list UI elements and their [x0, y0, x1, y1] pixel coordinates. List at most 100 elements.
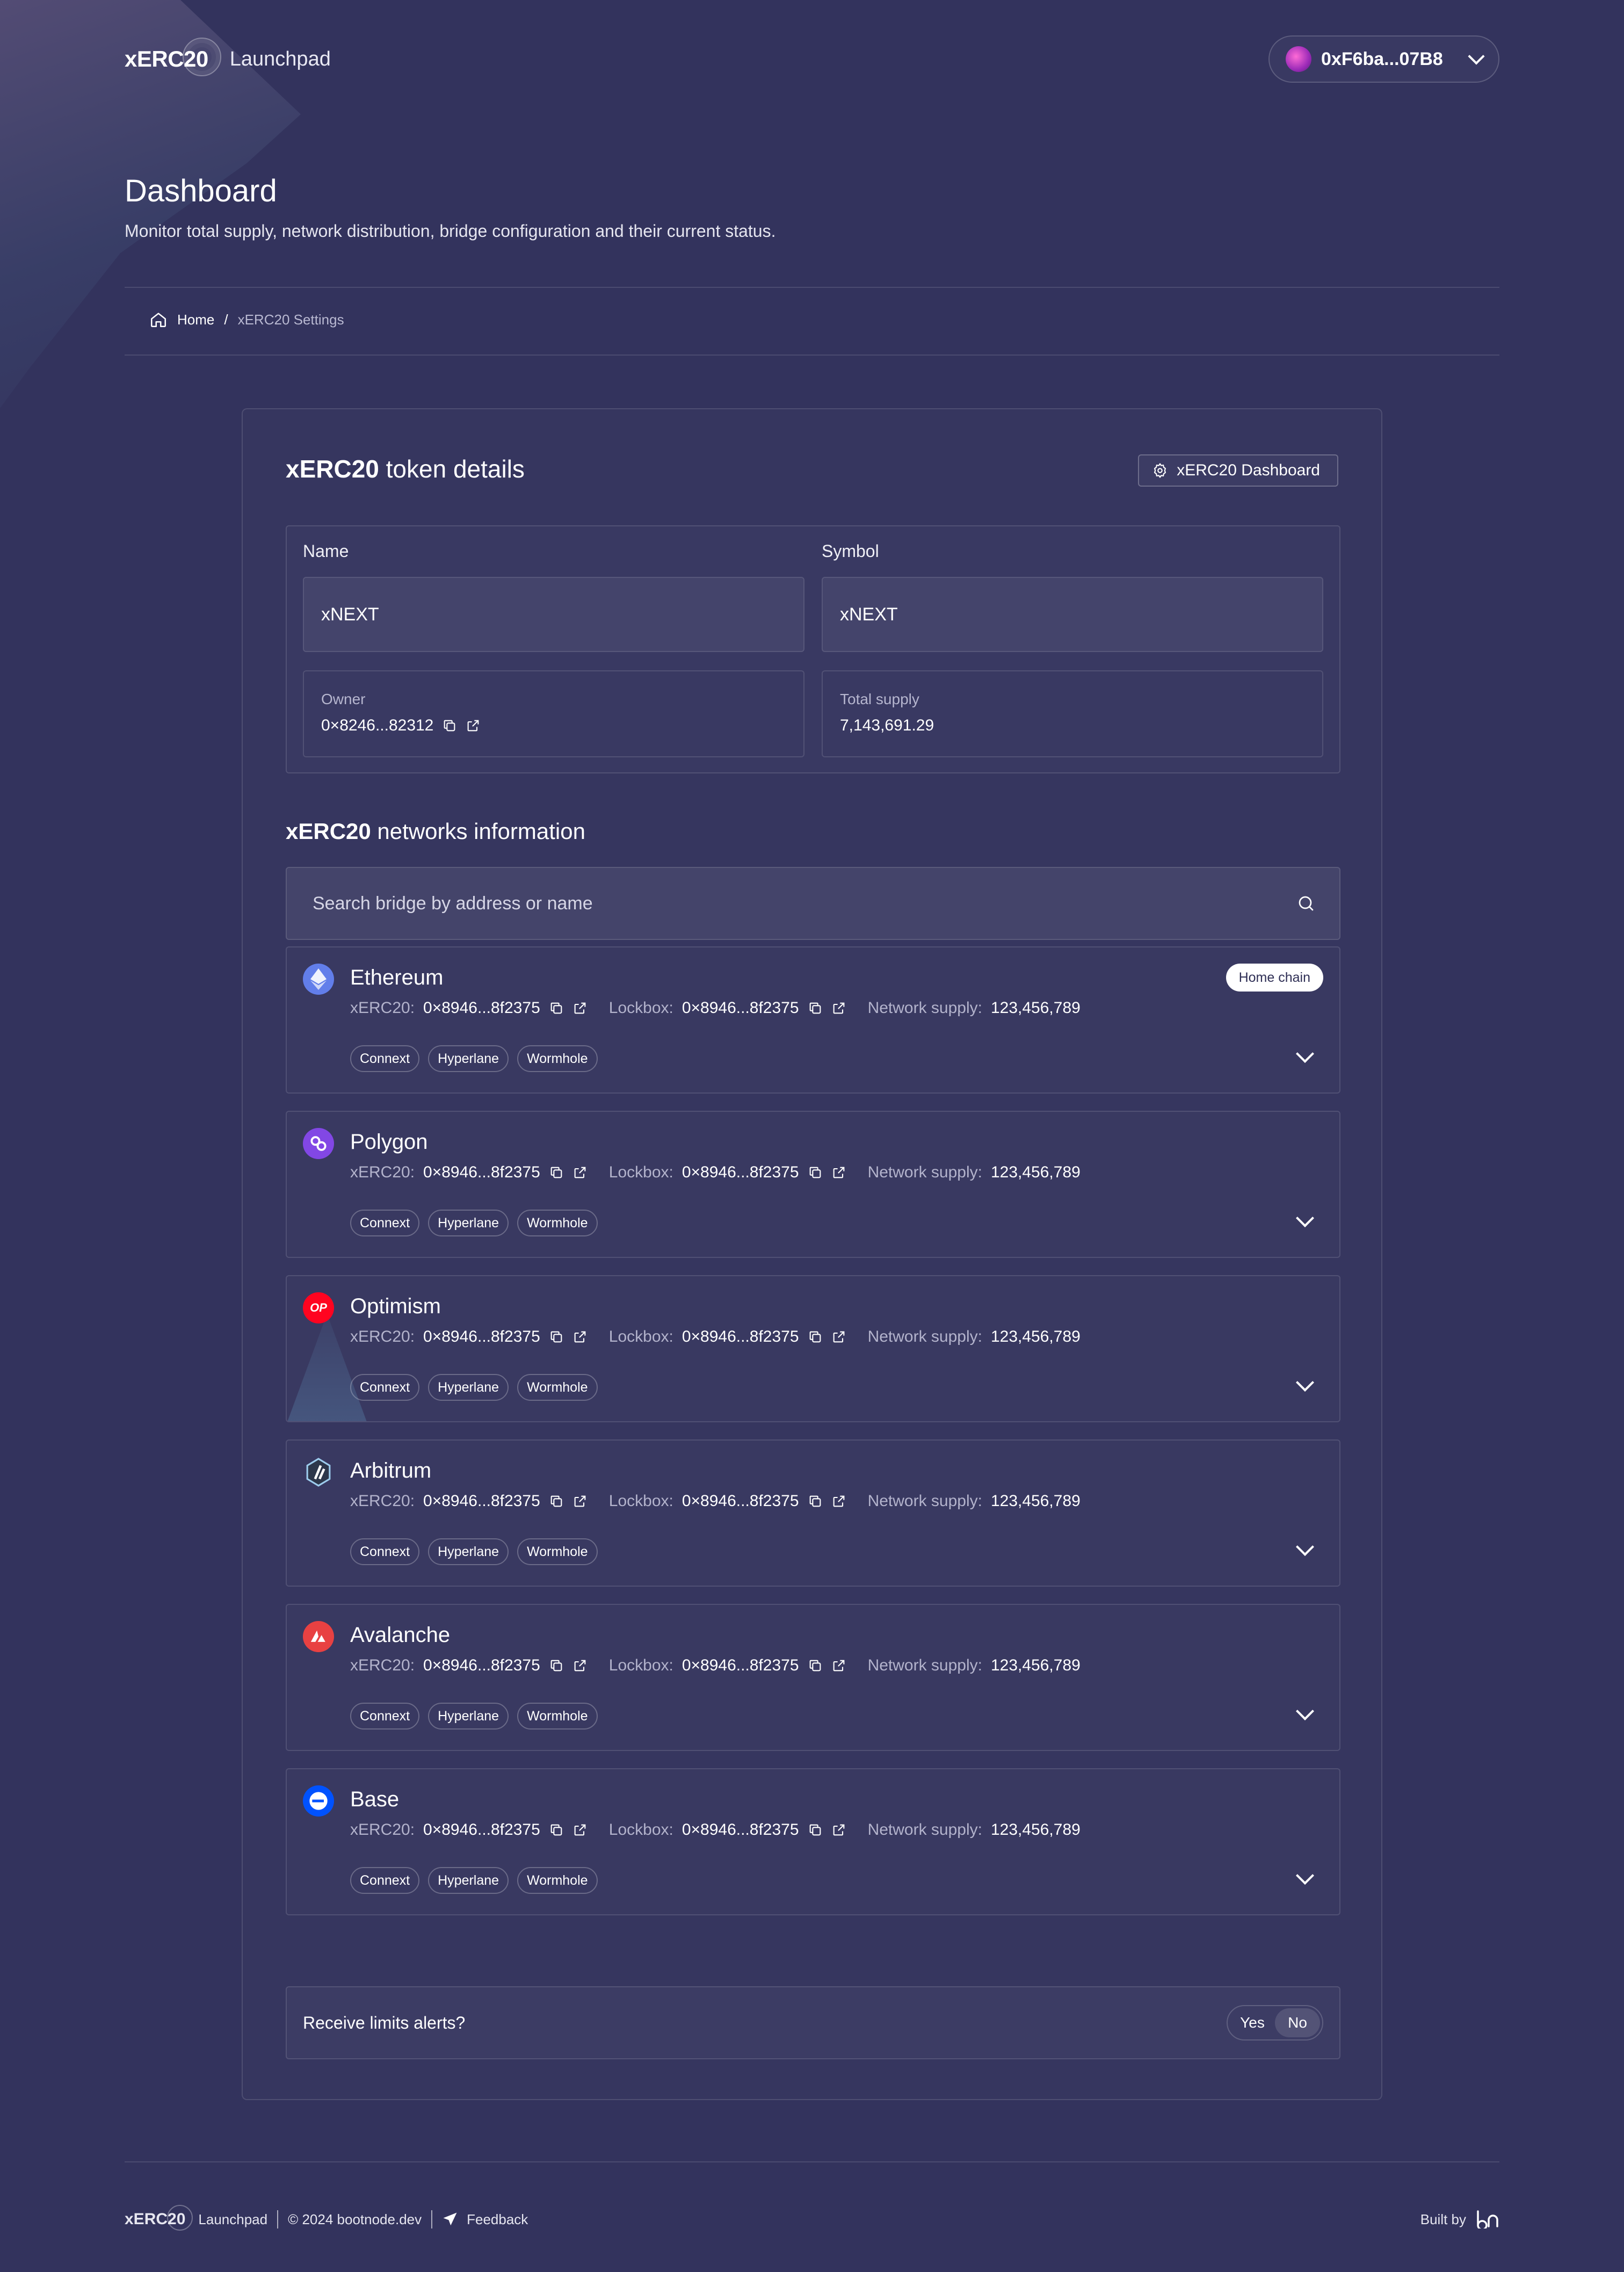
network-name: Ethereum [350, 966, 444, 989]
xerc20-dashboard-label: xERC20 Dashboard [1177, 461, 1320, 479]
network-row-avalanche[interactable]: Avalanche xERC20: 0×8946...8f2375 Lockbox: 0… [286, 1604, 1340, 1751]
network-row-polygon[interactable]: Polygon xERC20: 0×8946...8f2375 Lockbox: 0×8… [286, 1111, 1340, 1258]
search-icon[interactable] [1296, 894, 1316, 913]
expand-chevron-icon[interactable] [1296, 1045, 1314, 1063]
symbol-label: Symbol [822, 541, 879, 561]
feedback-link[interactable]: Feedback [467, 2211, 528, 2228]
expand-chevron-icon[interactable] [1296, 1866, 1314, 1885]
wallet-button[interactable]: 0xF6ba...07B8 [1268, 35, 1499, 83]
bridge-tag[interactable]: Hyperlane [428, 1045, 509, 1072]
bridge-tag[interactable]: Wormhole [517, 1703, 598, 1730]
top-header: xERC20 Launchpad 0xF6ba...07B8 [125, 33, 1499, 85]
bridge-tag[interactable]: Hyperlane [428, 1210, 509, 1236]
external-link-icon[interactable] [831, 1494, 846, 1509]
external-link-icon[interactable] [572, 1001, 588, 1016]
external-link-icon[interactable] [831, 1001, 846, 1016]
bridge-tag[interactable]: Connext [350, 1210, 420, 1236]
symbol-field[interactable]: xNEXT [822, 577, 1323, 652]
copy-icon[interactable] [549, 1001, 564, 1016]
brand-name: xERC20 [125, 38, 221, 76]
expand-chevron-icon[interactable] [1296, 1373, 1314, 1392]
search-input[interactable] [313, 893, 1226, 914]
copy-icon[interactable] [549, 1494, 564, 1509]
network-row-base[interactable]: Base xERC20: 0×8946...8f2375 Lockbox: 0×8946… [286, 1768, 1340, 1915]
name-field[interactable]: xNEXT [303, 577, 804, 652]
bootnode-logo-icon[interactable] [1476, 2210, 1499, 2228]
copy-icon[interactable] [549, 1165, 564, 1180]
bridge-tag[interactable]: Connext [350, 1045, 420, 1072]
breadcrumb-home-link[interactable]: Home [177, 312, 214, 328]
copy-icon[interactable] [808, 1658, 823, 1673]
copy-icon[interactable] [442, 718, 457, 733]
footer-brand[interactable]: xERC20 [125, 2205, 193, 2231]
bridge-tag[interactable]: Hyperlane [428, 1538, 509, 1565]
bridge-tag[interactable]: Connext [350, 1867, 420, 1894]
lockbox-label: Lockbox: [608, 1328, 673, 1345]
network-name: Base [350, 1788, 400, 1811]
copy-icon[interactable] [549, 1822, 564, 1837]
brand-logo[interactable]: xERC20 Launchpad [125, 38, 331, 76]
bridge-tag[interactable]: Wormhole [517, 1538, 598, 1565]
expand-chevron-icon[interactable] [1296, 1702, 1314, 1720]
gear-icon [1154, 463, 1166, 478]
bridge-tag[interactable]: Hyperlane [428, 1374, 509, 1401]
total-supply-box: Total supply 7,143,691.29 [822, 670, 1323, 757]
xerc20-dashboard-button[interactable]: xERC20 Dashboard [1138, 454, 1338, 487]
limits-alerts-toggle: Yes No [1227, 2005, 1323, 2041]
copy-icon[interactable] [808, 1329, 823, 1344]
bridge-tag[interactable]: Connext [350, 1374, 420, 1401]
network-name: Optimism [350, 1294, 441, 1318]
external-link-icon[interactable] [572, 1165, 588, 1180]
lockbox-address: 0×8946...8f2375 [682, 1656, 799, 1674]
external-link-icon[interactable] [572, 1658, 588, 1673]
external-link-icon[interactable] [831, 1329, 846, 1344]
external-link-icon[interactable] [831, 1658, 846, 1673]
ethereum-logo-icon [303, 964, 334, 995]
polygon-logo-icon [303, 1128, 334, 1159]
external-link-icon[interactable] [831, 1822, 846, 1837]
external-link-icon[interactable] [466, 718, 481, 733]
expand-chevron-icon[interactable] [1296, 1209, 1314, 1227]
bridge-tag[interactable]: Wormhole [517, 1045, 598, 1072]
bridge-tag[interactable]: Wormhole [517, 1867, 598, 1894]
copy-icon[interactable] [808, 1001, 823, 1016]
total-supply-value: 7,143,691.29 [840, 717, 934, 734]
bridge-tag[interactable]: Wormhole [517, 1374, 598, 1401]
copy-icon[interactable] [808, 1165, 823, 1180]
network-row-arbitrum[interactable]: Arbitrum xERC20: 0×8946...8f2375 Lockbox: 0×… [286, 1439, 1340, 1587]
copy-icon[interactable] [808, 1822, 823, 1837]
divider [125, 354, 1499, 356]
network-addresses: xERC20: 0×8946...8f2375 Lockbox: 0×8946...8… [350, 1328, 1081, 1346]
bridge-tag[interactable]: Hyperlane [428, 1703, 509, 1730]
copy-icon[interactable] [549, 1658, 564, 1673]
xerc20-address: 0×8946...8f2375 [423, 1163, 540, 1181]
copy-icon[interactable] [549, 1329, 564, 1344]
bridge-tag[interactable]: Connext [350, 1703, 420, 1730]
network-row-ethereum[interactable]: Ethereum Home chain xERC20: 0×8946...8f2375… [286, 946, 1340, 1094]
send-icon [443, 2212, 457, 2226]
bridge-tag[interactable]: Wormhole [517, 1210, 598, 1236]
bridge-tags: Connext Hyperlane Wormhole [350, 1374, 606, 1401]
external-link-icon[interactable] [572, 1822, 588, 1837]
lockbox-label: Lockbox: [608, 1163, 673, 1181]
network-supply-value: 123,456,789 [990, 1492, 1081, 1510]
network-row-optimism[interactable]: OP Optimism xERC20: 0×8946...8f2375 Lockbox:… [286, 1275, 1340, 1422]
network-name: Polygon [350, 1130, 428, 1154]
xerc20-address: 0×8946...8f2375 [423, 1821, 540, 1839]
bridge-tag[interactable]: Hyperlane [428, 1867, 509, 1894]
alerts-no-option[interactable]: No [1275, 2008, 1320, 2037]
external-link-icon[interactable] [831, 1165, 846, 1180]
lockbox-address: 0×8946...8f2375 [682, 1821, 799, 1839]
token-details-panel: Name xNEXT Symbol xNEXT Owner 0×8246...8… [286, 525, 1340, 773]
wallet-address: 0xF6ba...07B8 [1321, 48, 1443, 69]
copy-icon[interactable] [808, 1494, 823, 1509]
bridge-tags: Connext Hyperlane Wormhole [350, 1045, 606, 1072]
bridge-tag[interactable]: Connext [350, 1538, 420, 1565]
expand-chevron-icon[interactable] [1296, 1538, 1314, 1556]
xerc20-address: 0×8946...8f2375 [423, 1492, 540, 1510]
network-name: Arbitrum [350, 1459, 432, 1482]
alerts-yes-option[interactable]: Yes [1230, 2008, 1275, 2037]
external-link-icon[interactable] [572, 1329, 588, 1344]
external-link-icon[interactable] [572, 1494, 588, 1509]
network-addresses: xERC20: 0×8946...8f2375 Lockbox: 0×8946...8… [350, 1163, 1081, 1182]
